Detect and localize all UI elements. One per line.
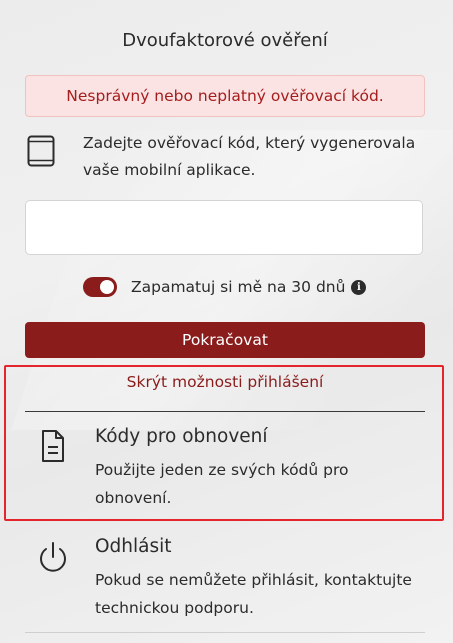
instructions-text: Zadejte ověřovací kód, který vygeneroval…	[83, 134, 416, 179]
remember-me-label: Zapamatuj si mě na 30 dnů	[131, 278, 346, 296]
verification-code-input[interactable]	[25, 200, 423, 255]
logout-description: Pokud se nemůžete přihlásit, kontaktujte…	[95, 571, 412, 617]
page-title: Dvoufaktorové ověření	[122, 30, 328, 51]
recovery-codes-option[interactable]: Kódy pro obnovení Použijte jeden ze svýc…	[25, 426, 425, 510]
error-alert: Nesprávný nebo neplatný ověřovací kód.	[25, 75, 425, 117]
power-icon	[35, 540, 71, 576]
bottom-divider	[25, 632, 425, 633]
info-icon[interactable]: i	[351, 279, 367, 295]
recovery-codes-title: Kódy pro obnovení	[95, 426, 268, 447]
remember-me-row: Zapamatuj si mě na 30 dnů i	[83, 274, 367, 300]
logout-option[interactable]: Odhlásit Pokud se nemůžete přihlásit, ko…	[25, 536, 425, 620]
divider	[25, 411, 425, 412]
remember-me-toggle[interactable]	[83, 277, 117, 297]
tablet-icon	[27, 135, 55, 167]
recovery-codes-description: Použijte jeden ze svých kódů pro obnoven…	[95, 461, 349, 507]
hide-login-options-link[interactable]: Skrýt možnosti přihlášení	[25, 373, 425, 391]
error-alert-text: Nesprávný nebo neplatný ověřovací kód.	[66, 87, 384, 105]
logout-title: Odhlásit	[95, 536, 172, 557]
instructions-row: Zadejte ověřovací kód, který vygeneroval…	[25, 130, 425, 186]
toggle-knob	[100, 280, 114, 294]
document-icon	[35, 428, 71, 464]
continue-button[interactable]: Pokračovat	[25, 322, 425, 358]
